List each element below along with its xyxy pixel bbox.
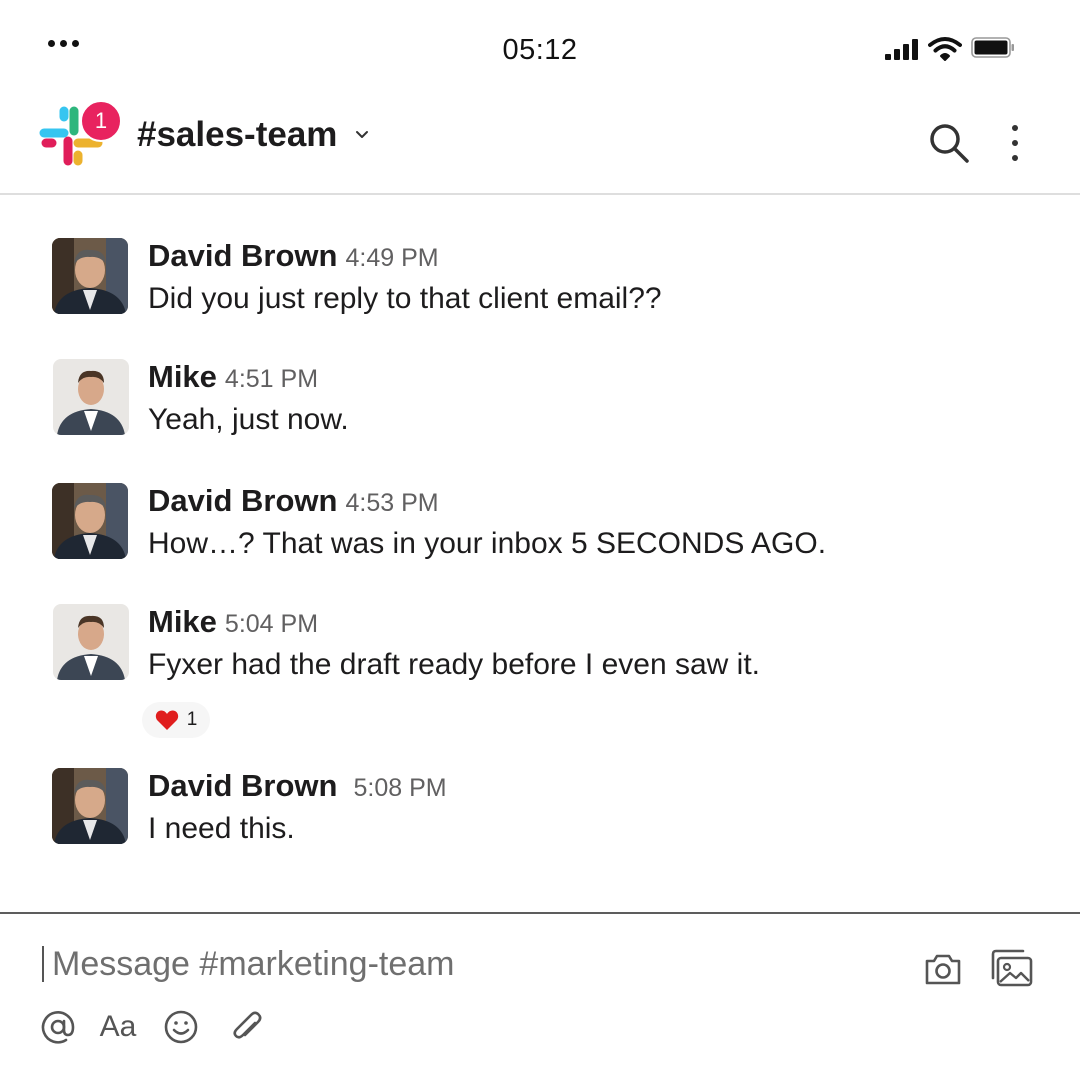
at-mention-icon[interactable]	[40, 1009, 76, 1045]
avatar-mike[interactable]	[53, 604, 129, 680]
message-text: How…? That was in your inbox 5 SECONDS A…	[148, 527, 827, 560]
message-time: 5:08 PM	[353, 774, 447, 802]
message-text: Fyxer had the draft ready before I even …	[148, 648, 760, 681]
status-bar: 05:12	[0, 0, 1080, 95]
format-button[interactable]: Aa	[99, 1009, 137, 1045]
avatar-mike[interactable]	[53, 359, 129, 435]
channel-header: 1 #sales-team	[0, 95, 1080, 195]
avatar-david-brown[interactable]	[52, 768, 128, 844]
message-text: I need this.	[148, 812, 295, 845]
message-header: David Brown 4:49 PM	[148, 238, 439, 274]
wifi-icon	[928, 37, 962, 61]
search-icon[interactable]	[928, 122, 970, 164]
reaction-count: 1	[186, 709, 198, 730]
format-label: Aa	[99, 1010, 137, 1043]
message-time: 5:04 PM	[224, 610, 319, 638]
message-list: David Brown 4:49 PM Did you just reply to…	[0, 196, 1080, 912]
avatar-david-brown[interactable]	[52, 238, 128, 314]
emoji-icon[interactable]	[163, 1009, 199, 1045]
message-composer: Aa	[0, 912, 1080, 1082]
message-author[interactable]: Mike	[148, 604, 217, 639]
cellular-signal-icon	[885, 38, 921, 60]
composer-field[interactable]	[42, 942, 752, 986]
gallery-icon[interactable]	[990, 948, 1034, 988]
message-header: Mike 4:51 PM	[148, 359, 318, 395]
message-header: David Brown 4:53 PM	[148, 483, 439, 519]
battery-icon	[971, 37, 1014, 58]
message-header: David Brown 5:08 PM	[148, 768, 447, 804]
message-input[interactable]	[52, 944, 752, 984]
reaction-pill[interactable]: 1	[142, 702, 210, 738]
message-time: 4:51 PM	[224, 365, 319, 393]
heart-icon	[155, 710, 178, 730]
message-text: Did you just reply to that client email?…	[148, 282, 662, 315]
message-author[interactable]: Mike	[148, 359, 217, 394]
message-header: Mike 5:04 PM	[148, 604, 318, 640]
message-time: 4:53 PM	[345, 489, 439, 517]
message-author[interactable]: David Brown	[148, 768, 337, 803]
chevron-down-icon[interactable]	[353, 125, 371, 143]
more-vertical-icon[interactable]	[1000, 125, 1030, 161]
camera-icon[interactable]	[924, 952, 962, 986]
message-author[interactable]: David Brown	[148, 483, 337, 518]
message-text: Yeah, just now.	[148, 403, 349, 436]
notification-badge[interactable]: 1	[80, 100, 122, 142]
avatar-david-brown[interactable]	[52, 483, 128, 559]
channel-title[interactable]: #sales-team	[137, 115, 337, 155]
message-time: 4:49 PM	[345, 244, 439, 272]
text-cursor	[42, 946, 44, 982]
message-author[interactable]: David Brown	[148, 238, 337, 273]
attachment-icon[interactable]	[229, 1009, 265, 1045]
